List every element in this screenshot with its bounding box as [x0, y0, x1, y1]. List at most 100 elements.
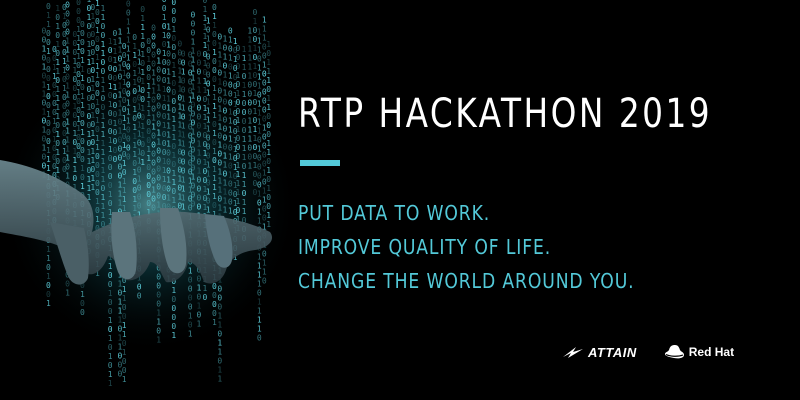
- svg-text:0: 0: [46, 56, 51, 65]
- svg-text:0: 0: [236, 44, 241, 53]
- svg-text:1: 1: [188, 312, 193, 321]
- svg-text:0: 0: [95, 161, 100, 170]
- svg-text:1: 1: [257, 316, 262, 325]
- svg-text:1: 1: [140, 68, 145, 77]
- svg-text:0: 0: [236, 98, 241, 107]
- svg-text:0: 0: [65, 1, 70, 10]
- svg-text:0: 0: [242, 162, 247, 171]
- svg-text:0: 0: [166, 149, 171, 158]
- svg-text:0: 0: [212, 291, 217, 300]
- svg-text:1: 1: [101, 139, 106, 148]
- svg-text:0: 0: [80, 29, 85, 38]
- svg-text:1: 1: [206, 125, 211, 134]
- svg-text:0: 0: [197, 68, 202, 77]
- svg-text:0: 0: [212, 309, 217, 318]
- svg-text:0: 0: [140, 149, 145, 158]
- svg-text:1: 1: [46, 47, 51, 56]
- svg-text:1: 1: [140, 122, 145, 131]
- svg-text:1: 1: [95, 197, 100, 206]
- svg-text:1: 1: [101, 193, 106, 202]
- svg-text:0: 0: [206, 80, 211, 89]
- svg-text:0: 0: [191, 146, 196, 155]
- svg-text:1: 1: [206, 107, 211, 116]
- svg-text:1: 1: [266, 76, 271, 85]
- svg-text:1: 1: [166, 194, 171, 203]
- svg-text:1: 1: [126, 108, 131, 117]
- svg-text:0: 0: [137, 184, 142, 193]
- tagline-list: PUT DATA TO WORK. IMPROVE QUALITY OF LIF…: [298, 196, 689, 298]
- svg-text:0: 0: [223, 116, 228, 125]
- svg-text:0: 0: [55, 76, 60, 85]
- svg-text:1: 1: [191, 83, 196, 92]
- svg-text:0: 0: [242, 189, 247, 198]
- svg-text:0: 0: [191, 191, 196, 200]
- svg-text:1: 1: [266, 166, 271, 175]
- svg-text:0: 0: [197, 59, 202, 68]
- svg-text:1: 1: [65, 55, 70, 64]
- svg-text:0: 0: [266, 49, 271, 58]
- svg-text:0: 0: [257, 334, 262, 343]
- svg-text:1: 1: [191, 38, 196, 47]
- svg-text:1: 1: [80, 56, 85, 65]
- svg-text:1: 1: [217, 348, 222, 357]
- svg-text:0: 0: [191, 101, 196, 110]
- svg-text:1: 1: [203, 5, 208, 14]
- svg-text:1: 1: [262, 24, 267, 33]
- svg-text:0: 0: [95, 17, 100, 26]
- svg-text:1: 1: [197, 302, 202, 311]
- svg-text:0: 0: [72, 174, 77, 183]
- svg-text:1: 1: [46, 254, 51, 263]
- svg-text:0: 0: [181, 112, 186, 121]
- svg-text:0: 0: [217, 285, 222, 294]
- svg-text:0: 0: [80, 38, 85, 47]
- svg-text:0: 0: [95, 179, 100, 188]
- svg-text:1: 1: [257, 307, 262, 316]
- svg-text:0: 0: [253, 8, 258, 17]
- svg-text:1: 1: [95, 98, 100, 107]
- svg-text:1: 1: [171, 196, 176, 205]
- svg-text:1: 1: [181, 94, 186, 103]
- svg-text:0: 0: [156, 119, 161, 128]
- svg-text:0: 0: [223, 143, 228, 152]
- accent-divider: [300, 160, 340, 166]
- svg-text:0: 0: [212, 138, 217, 147]
- svg-text:0: 0: [197, 311, 202, 320]
- svg-text:1: 1: [65, 172, 70, 181]
- svg-text:0: 0: [188, 303, 193, 312]
- svg-text:1: 1: [181, 175, 186, 184]
- svg-text:1: 1: [46, 146, 51, 155]
- svg-text:0: 0: [108, 280, 113, 289]
- svg-text:0: 0: [65, 163, 70, 172]
- svg-text:1: 1: [126, 117, 131, 126]
- svg-text:1: 1: [140, 23, 145, 32]
- svg-text:0: 0: [242, 72, 247, 81]
- svg-text:0: 0: [266, 202, 271, 211]
- svg-text:1: 1: [206, 35, 211, 44]
- svg-text:1: 1: [140, 158, 145, 167]
- svg-text:1: 1: [55, 4, 60, 13]
- svg-text:1: 1: [223, 179, 228, 188]
- svg-text:1: 1: [65, 46, 70, 55]
- svg-text:0: 0: [156, 191, 161, 200]
- svg-text:1: 1: [197, 140, 202, 149]
- svg-text:1: 1: [181, 67, 186, 76]
- svg-text:1: 1: [257, 298, 262, 307]
- svg-text:0: 0: [171, 16, 176, 25]
- svg-text:1: 1: [137, 175, 142, 184]
- svg-text:0: 0: [80, 155, 85, 164]
- svg-text:0: 0: [108, 343, 113, 352]
- svg-text:0: 0: [140, 86, 145, 95]
- svg-text:0: 0: [166, 167, 171, 176]
- svg-text:1: 1: [191, 128, 196, 137]
- svg-text:1: 1: [223, 35, 228, 44]
- svg-text:0: 0: [95, 89, 100, 98]
- svg-text:1: 1: [46, 11, 51, 20]
- svg-text:0: 0: [197, 158, 202, 167]
- svg-text:1: 1: [108, 190, 113, 199]
- svg-text:0: 0: [223, 134, 228, 143]
- svg-text:1: 1: [46, 272, 51, 281]
- svg-text:0: 0: [206, 143, 211, 152]
- svg-text:1: 1: [80, 74, 85, 83]
- svg-text:1: 1: [191, 74, 196, 83]
- svg-text:1: 1: [191, 65, 196, 74]
